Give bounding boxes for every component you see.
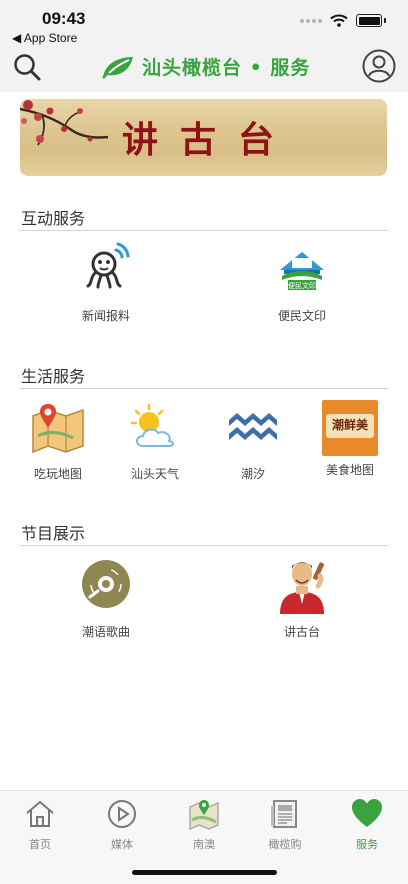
weather-icon [125,398,185,458]
tile-print-service[interactable]: 便民文印 便民文印 [252,240,352,324]
storyteller-icon [272,556,332,616]
tile-news-report[interactable]: 新闻报料 [56,240,156,324]
plum-blossom-branch-icon [20,100,109,146]
tab-label: 南澳 [193,838,215,851]
tab-services[interactable]: 服务 [337,798,397,852]
tile-label: 吃玩地图 [33,467,82,481]
section-title-interactive: 互动服务 [21,209,86,228]
section-title-programs: 节目展示 [21,524,86,543]
vinyl-record-icon [76,556,136,616]
map-pin-icon [28,398,88,458]
home-icon [26,800,54,827]
app-title: 汕头橄榄台 • 服务 [142,57,311,79]
status-time: 09:43 [42,9,86,28]
map-icon [189,800,219,830]
olive-leaf-logo-icon [102,56,133,79]
back-to-app-store[interactable]: ◀ App Store [12,31,77,45]
tab-label: 首页 [29,838,51,851]
tile-label: 潮汐 [240,467,265,481]
tile-label: 美食地图 [325,463,374,477]
wifi-icon [330,14,348,27]
tab-label: 橄榄购 [268,838,302,851]
print-service-badge: 便民文印 [288,281,316,290]
tile-storytelling[interactable]: 讲古台 [252,556,352,640]
food-map-badge: 潮鲜美 [331,418,368,432]
tab-media[interactable]: 媒体 [92,798,152,852]
section-divider [20,388,388,389]
heart-icon [352,799,382,827]
status-icons [300,14,386,27]
top-nav-bar: 汕头橄榄台 • 服务 [0,48,408,92]
tide-waves-icon [223,398,283,458]
tile-label: 新闻报料 [81,309,130,323]
tab-label: 媒体 [111,838,133,851]
tile-label: 潮语歌曲 [81,625,130,639]
home-indicator [132,870,277,875]
tile-label: 汕头天气 [130,467,179,481]
user-profile-icon[interactable] [362,49,396,83]
tile-tide[interactable]: 潮汐 [203,398,303,482]
newspaper-icon [271,800,297,828]
print-service-icon: 便民文印 [272,240,332,300]
tile-weather[interactable]: 汕头天气 [105,398,205,482]
tab-nanao[interactable]: 南澳 [174,798,234,852]
nav-title: 汕头橄榄台 • 服务 [100,53,310,80]
section-divider [20,545,388,546]
status-bar: 09:43 ◀ App Store [0,0,408,48]
storytelling-banner[interactable]: 讲古台 [20,99,387,176]
octopus-news-icon [76,240,136,300]
tile-fun-map[interactable]: 吃玩地图 [8,398,108,482]
battery-icon [356,14,382,27]
tile-label: 讲古台 [283,625,320,639]
signal-icon [300,18,322,23]
section-title-life: 生活服务 [21,367,86,386]
section-divider [20,230,388,231]
tab-home[interactable]: 首页 [10,798,70,852]
play-icon [108,800,136,828]
food-map-icon: 潮鲜美 [322,400,378,456]
tile-label: 便民文印 [277,309,326,323]
tab-olive-shop[interactable]: 橄榄购 [255,798,315,852]
tile-chaozhou-songs[interactable]: 潮语歌曲 [56,556,156,640]
banner-title: 讲古台 [122,119,297,161]
search-icon[interactable] [12,52,42,82]
tile-food-map[interactable]: 潮鲜美 美食地图 [300,398,400,478]
tab-label: 服务 [356,838,378,851]
